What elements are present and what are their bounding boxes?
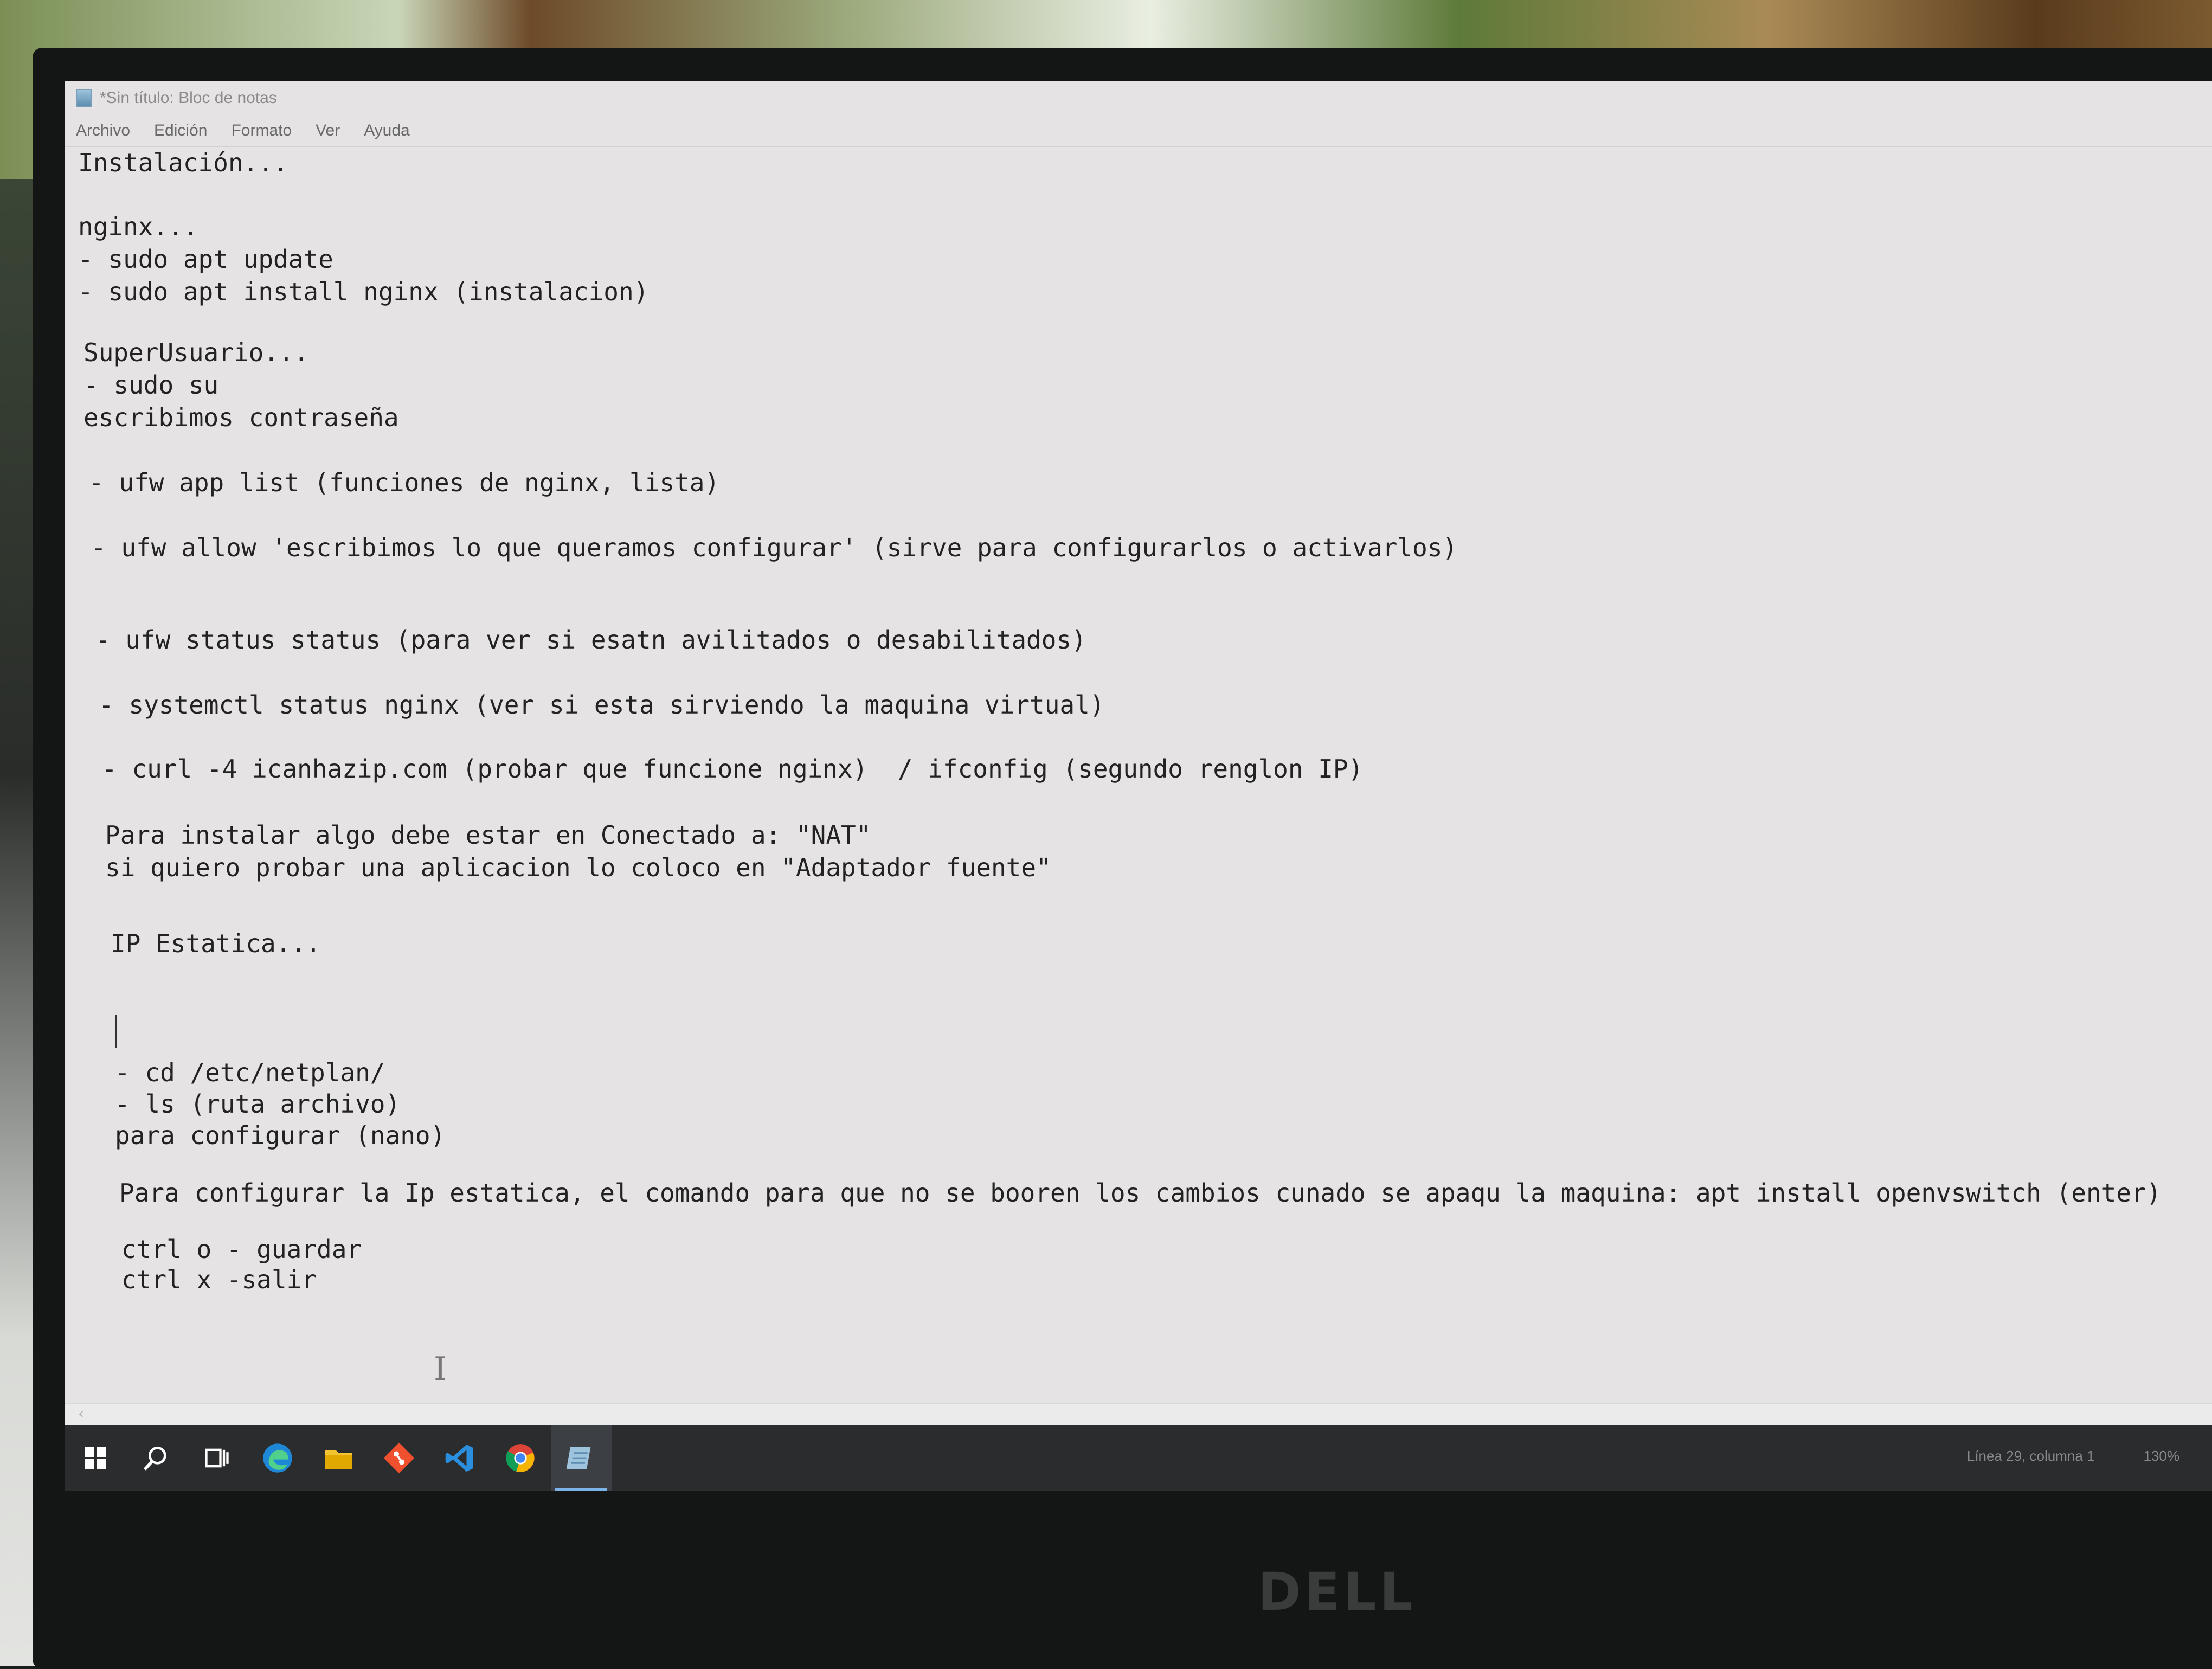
git-icon: [383, 1442, 415, 1474]
windows-start-icon: [85, 1447, 106, 1469]
monitor-screen: *Sin título: Bloc de notas Archivo Edici…: [65, 81, 2212, 1491]
editor-line: para configurar (nano): [115, 1121, 446, 1150]
window-title: *Sin título: Bloc de notas: [100, 89, 277, 107]
editor-line: - ufw app list (funciones de nginx, list…: [89, 468, 720, 497]
menu-edicion[interactable]: Edición: [154, 121, 207, 140]
notepad-icon: [566, 1447, 591, 1469]
notepad-titlebar: *Sin título: Bloc de notas: [65, 81, 2212, 115]
chrome-icon: [506, 1444, 535, 1472]
chrome-button[interactable]: [490, 1425, 551, 1491]
editor-line: Para instalar algo debe estar en Conecta…: [105, 820, 871, 850]
monitor-brand-logo: DELL: [1258, 1562, 1416, 1622]
status-bar: Línea 29, columna 1 130%: [1967, 1448, 2179, 1465]
editor-line: IP Estatica...: [111, 929, 321, 958]
menu-bar: Archivo Edición Formato Ver Ayuda: [65, 115, 2212, 147]
scroll-left-arrow-icon[interactable]: ‹: [78, 1404, 84, 1422]
file-explorer-button[interactable]: [308, 1425, 369, 1491]
menu-ver[interactable]: Ver: [316, 121, 340, 140]
search-button[interactable]: [126, 1425, 187, 1491]
text-caret: [115, 1015, 117, 1048]
notepad-taskbar-button[interactable]: [551, 1425, 612, 1491]
task-view-icon: [205, 1448, 229, 1468]
edge-icon: [263, 1443, 292, 1473]
editor-line: si quiero probar una aplicacion lo coloc…: [105, 853, 1051, 882]
editor-line: - ufw status status (para ver si esatn a…: [95, 625, 1086, 654]
notepad-app-icon: [76, 89, 92, 107]
edge-button[interactable]: [247, 1425, 308, 1491]
editor-line: ctrl o - guardar: [121, 1235, 362, 1264]
editor-line: SuperUsuario...: [83, 338, 309, 367]
cursor-position: Línea 29, columna 1: [1966, 1448, 2095, 1464]
task-view-button[interactable]: [187, 1425, 247, 1491]
horizontal-scrollbar[interactable]: ‹: [65, 1403, 2212, 1426]
vscode-icon: [445, 1445, 473, 1472]
menu-ayuda[interactable]: Ayuda: [364, 121, 410, 140]
git-button[interactable]: [369, 1425, 429, 1491]
editor-line: - ufw allow 'escribimos lo que queramos …: [91, 533, 1458, 562]
vscode-button[interactable]: [429, 1425, 490, 1491]
text-editor-area[interactable]: Instalación... nginx... - sudo apt updat…: [65, 147, 2212, 1403]
file-explorer-icon: [325, 1450, 352, 1469]
mouse-ibeam-cursor-icon: I: [434, 1350, 447, 1388]
editor-line: - curl -4 icanhazip.com (probar que func…: [102, 754, 1364, 784]
editor-line: - systemctl status nginx (ver si esta si…: [99, 690, 1105, 720]
zoom-level: 130%: [2143, 1448, 2180, 1464]
editor-line: escribimos contraseña: [83, 403, 399, 432]
editor-line: - ls (ruta archivo): [115, 1089, 401, 1119]
editor-line: nginx...: [78, 212, 198, 241]
menu-formato[interactable]: Formato: [231, 121, 292, 140]
menu-archivo[interactable]: Archivo: [76, 121, 130, 140]
editor-line: - sudo apt install nginx (instalacion): [78, 277, 649, 306]
windows-taskbar: [65, 1425, 2212, 1491]
editor-line: - sudo su: [83, 370, 219, 400]
editor-line: - cd /etc/netplan/: [115, 1058, 385, 1087]
search-icon: [143, 1447, 166, 1471]
editor-line: Instalación...: [78, 148, 288, 177]
start-button[interactable]: [65, 1425, 126, 1491]
editor-line: Para configurar la Ip estatica, el coman…: [119, 1178, 2162, 1208]
editor-line: ctrl x -salir: [121, 1265, 317, 1294]
editor-line: - sudo apt update: [78, 245, 333, 274]
